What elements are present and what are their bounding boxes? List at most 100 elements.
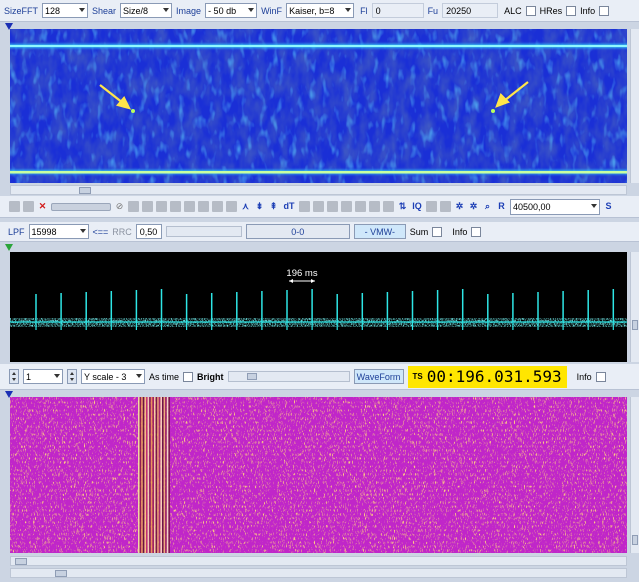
settings-icon[interactable]: ✲ (454, 201, 465, 212)
bitstream-stripe (157, 397, 159, 553)
bitstream-stripe (155, 397, 158, 553)
step-select[interactable]: 1 (23, 369, 63, 384)
arrows-down-icon[interactable]: ⇞ (268, 201, 279, 212)
waveform-panel[interactable]: 196 ms (10, 252, 627, 362)
spectral-line-lower-core (10, 171, 627, 174)
spectrogram-canvas (10, 29, 627, 183)
gray-icon[interactable] (226, 201, 237, 212)
position-slider-thumb[interactable] (246, 373, 257, 380)
info-checkbox[interactable] (471, 226, 482, 237)
range-display: 0-0 (245, 224, 350, 239)
spectrogram-hscroll[interactable] (10, 185, 627, 195)
bitstream-hscroll[interactable] (10, 556, 627, 566)
s-icon[interactable]: S (603, 201, 614, 212)
info-checkbox[interactable] (599, 5, 610, 16)
arrow-down-icon (70, 378, 74, 382)
r-icon[interactable]: R (496, 201, 507, 212)
sum-checkbox[interactable] (432, 226, 443, 237)
waveform-button[interactable]: WaveForm (353, 369, 404, 384)
gray-icon[interactable] (212, 201, 223, 212)
lpf-select[interactable]: 15998 (28, 224, 89, 239)
bitstream-vscroll-thumb[interactable] (632, 535, 638, 545)
no-icon[interactable]: ⊘ (114, 201, 125, 212)
step-spinner[interactable] (9, 369, 19, 384)
spectrogram-hscroll-thumb[interactable] (79, 187, 91, 194)
rrc-field[interactable]: 0,50 (135, 224, 162, 239)
square-icon[interactable] (128, 201, 139, 212)
chevron-down-icon (79, 229, 86, 233)
bitstream-stripe (160, 397, 162, 553)
gray-icon[interactable] (426, 201, 437, 212)
info-label: Info (452, 226, 468, 237)
info-checkbox[interactable] (595, 371, 606, 382)
bitstream-stripe (142, 397, 145, 553)
bitstream-stripe (154, 397, 156, 553)
bitstream-hscroll-thumb[interactable] (15, 558, 27, 565)
record-icon[interactable] (9, 201, 20, 212)
winf-select[interactable]: Kaiser, b=8 (286, 3, 355, 18)
gray-icon[interactable] (299, 201, 310, 212)
sizefft-select[interactable]: 128 (42, 3, 89, 18)
hres-checkbox[interactable] (566, 5, 577, 16)
gray-icon[interactable] (355, 201, 366, 212)
image-select[interactable]: - 50 db (205, 3, 258, 18)
bitstream-panel[interactable] (10, 397, 627, 553)
bottom-hscroll-thumb[interactable] (55, 570, 67, 577)
gray-icon[interactable] (184, 201, 195, 212)
waveform-marker-icon[interactable] (5, 244, 13, 251)
gray-icon[interactable] (383, 201, 394, 212)
bitstream-stripe (166, 397, 169, 553)
gray-icon[interactable] (369, 201, 380, 212)
iq-sort-icon[interactable]: ⇅ (397, 201, 408, 212)
waveform-vscroll[interactable] (630, 252, 639, 362)
filter-slider[interactable] (165, 226, 242, 237)
gray-icon[interactable] (156, 201, 167, 212)
bitstream-stripe (162, 397, 164, 553)
dt-icon[interactable]: dT (282, 201, 296, 212)
bitstream-stripe (141, 397, 143, 553)
yscale-spinner[interactable] (67, 369, 77, 384)
shear-value: Size/8 (123, 5, 149, 16)
waveform-vscroll-thumb[interactable] (632, 320, 638, 330)
gray-icon[interactable] (170, 201, 181, 212)
rrc-label: RRC (112, 226, 132, 237)
spectrogram-panel[interactable] (10, 29, 627, 183)
frequency-value: 40500,00 (513, 201, 551, 212)
frequency-select[interactable]: 40500,00 (510, 198, 600, 215)
sum-label: Sum (409, 226, 429, 237)
arrows-up-icon[interactable]: ⇟ (254, 201, 265, 212)
bitstream-vscroll[interactable] (630, 397, 639, 553)
iq-icon[interactable]: IQ (411, 201, 423, 212)
gray-icon[interactable] (313, 201, 324, 212)
timestamp-display: TS 00:196.031.593 (407, 365, 567, 388)
spread-icon[interactable]: ⋏ (240, 201, 251, 212)
astime-checkbox[interactable] (183, 371, 194, 382)
square-icon[interactable] (142, 201, 153, 212)
signal-marker-left (131, 109, 135, 113)
spectrogram-vscroll[interactable] (630, 29, 639, 183)
chevron-down-icon (345, 8, 352, 12)
alc-checkbox[interactable] (525, 5, 536, 16)
gray-icon[interactable] (341, 201, 352, 212)
shear-select[interactable]: Size/8 (120, 3, 173, 18)
gray-icon[interactable] (440, 201, 451, 212)
spectral-line-upper-core (10, 45, 627, 47)
info-label: Info (580, 5, 596, 16)
apply-arrow-label[interactable]: <== (93, 227, 109, 237)
bitstream-stripe (150, 397, 153, 553)
yscale-select[interactable]: Y scale - 3 (81, 369, 145, 384)
settings-icon[interactable]: ✲ (468, 201, 479, 212)
fu-field[interactable]: 20250 (442, 3, 499, 18)
gain-slider[interactable] (51, 202, 111, 211)
search-icon[interactable]: ⌕ (482, 201, 493, 212)
stop-icon[interactable] (23, 201, 34, 212)
bottom-hscroll[interactable] (10, 568, 627, 578)
position-slider[interactable] (227, 371, 350, 382)
fl-field[interactable]: 0 (371, 3, 424, 18)
gray-icon[interactable] (198, 201, 209, 212)
gray-icon[interactable] (327, 201, 338, 212)
timestamp-value: 00:196.031.593 (426, 367, 562, 386)
chevron-down-icon (591, 203, 597, 208)
vmw-button[interactable]: - VMW- (353, 224, 406, 239)
delete-icon[interactable]: ✕ (37, 201, 48, 212)
